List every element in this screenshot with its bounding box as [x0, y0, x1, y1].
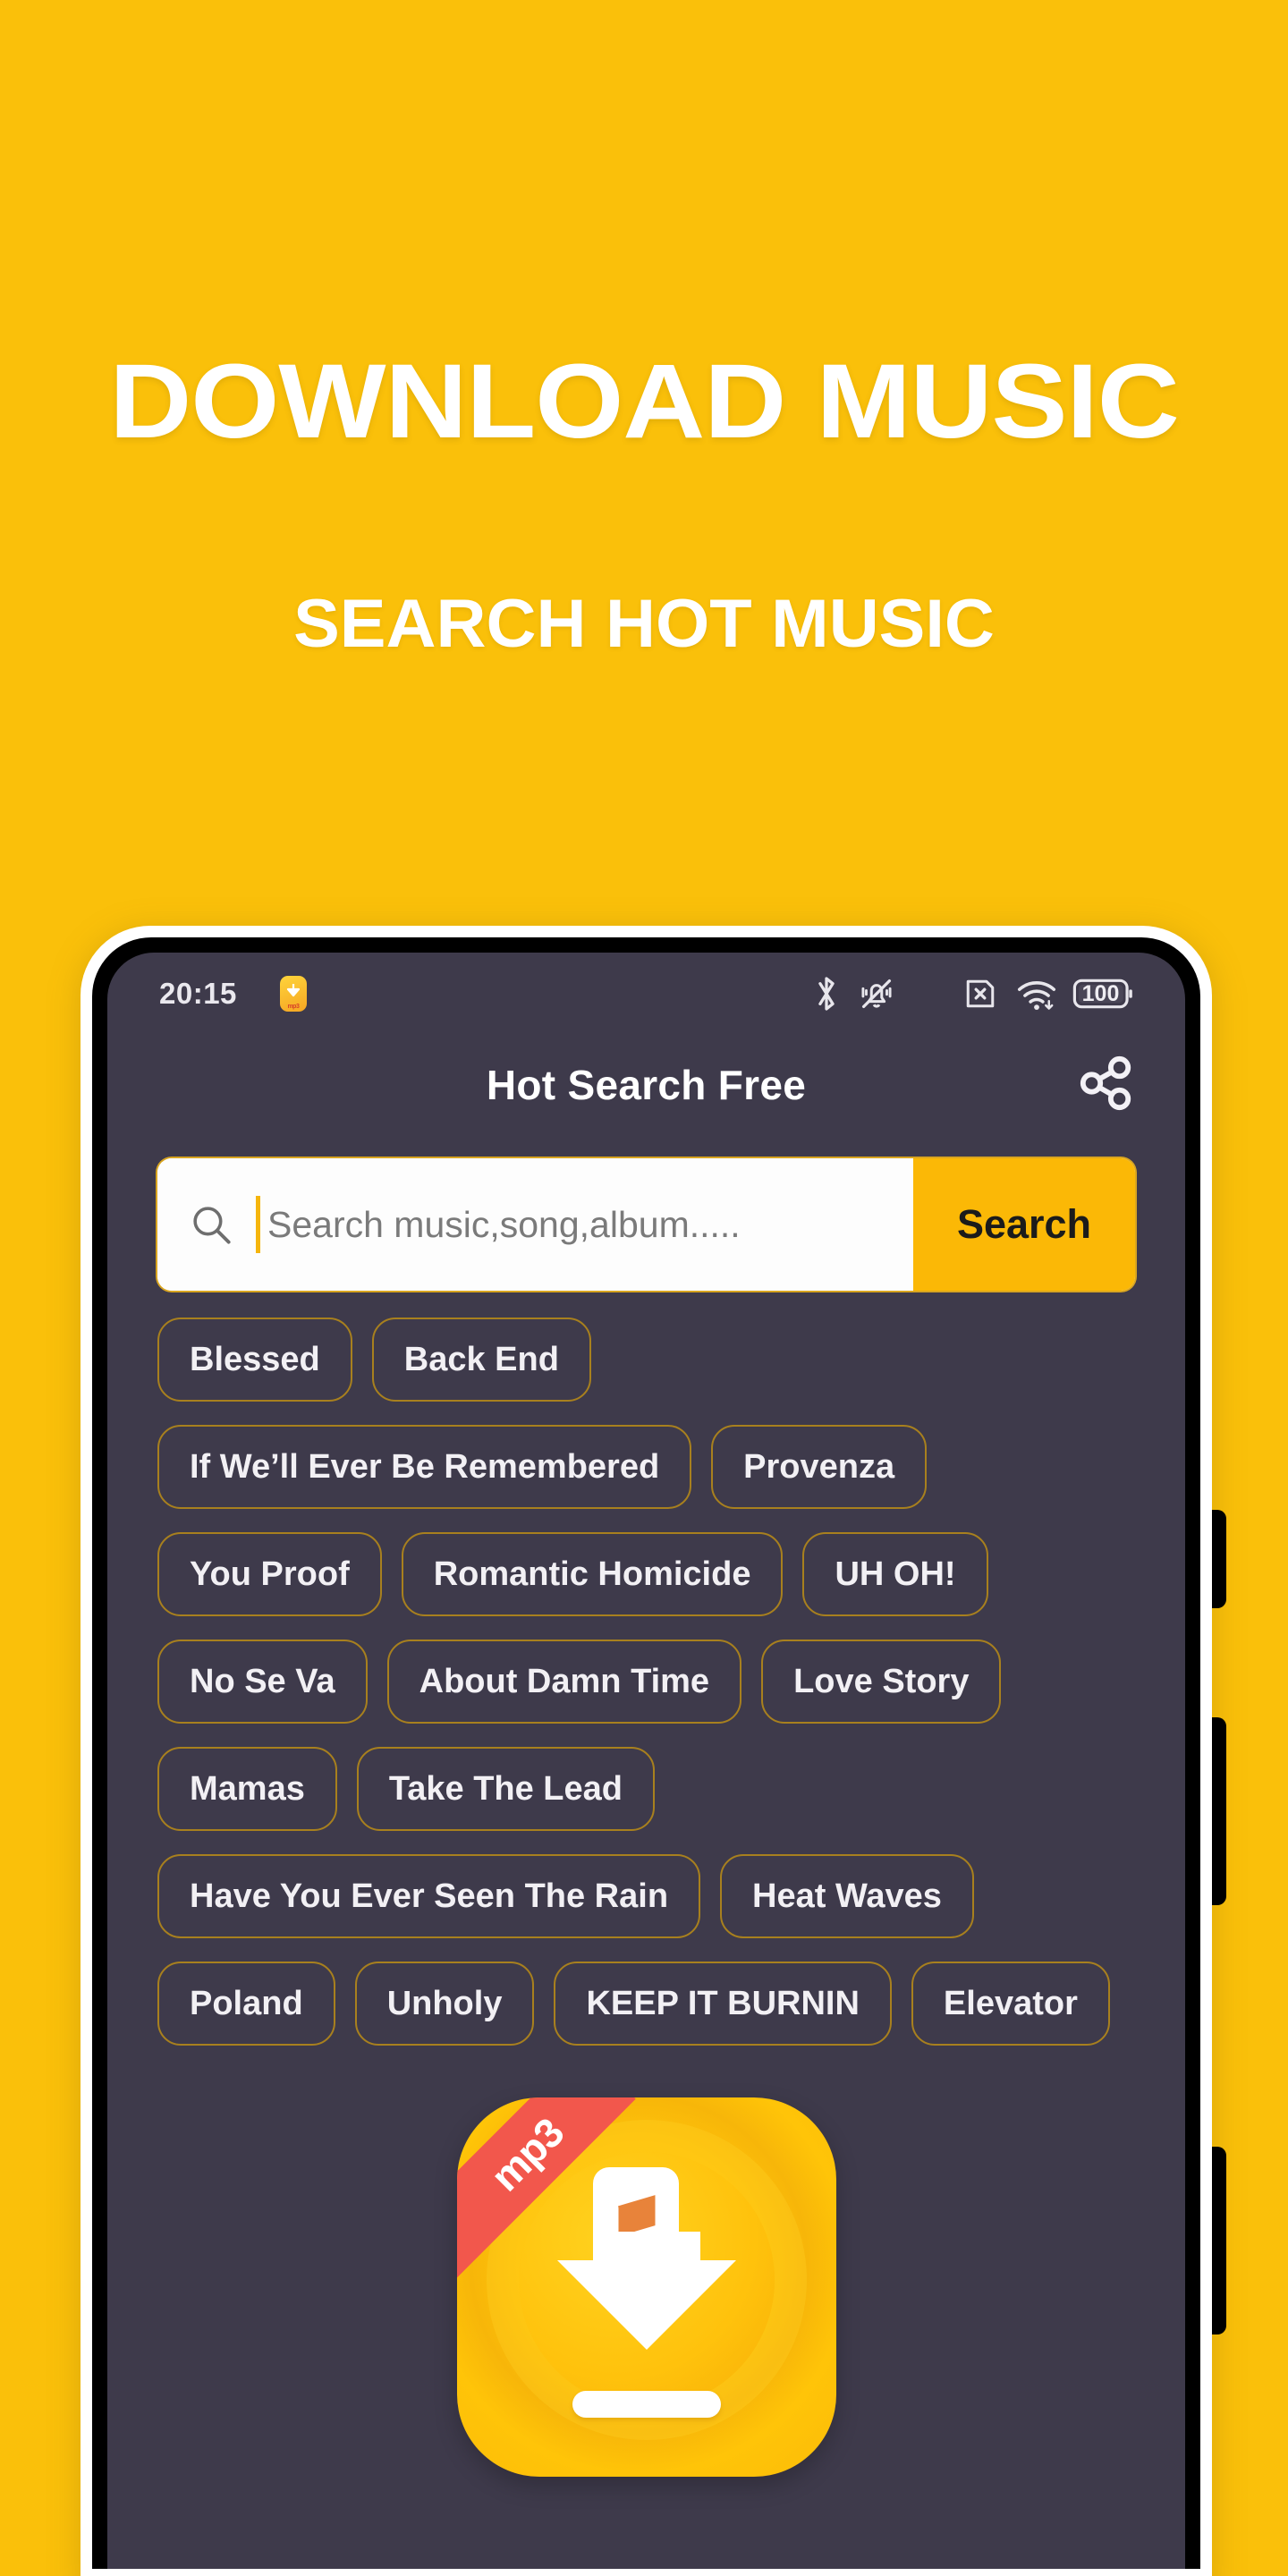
share-button[interactable]: [1074, 1053, 1139, 1117]
app-bar: Hot Search Free: [107, 1035, 1185, 1135]
hot-tag-chip[interactable]: Back End: [371, 1318, 591, 1402]
search-button[interactable]: Search: [913, 1158, 1135, 1291]
hot-tag-chip[interactable]: Love Story: [761, 1640, 1002, 1724]
phone-power-button[interactable]: [1210, 1510, 1226, 1608]
hot-tag-chip[interactable]: Poland: [157, 1962, 335, 2046]
hot-tag-chip[interactable]: Take The Lead: [356, 1747, 656, 1831]
status-bar-icons: 100: [811, 973, 1133, 1014]
page-title: Hot Search Free: [486, 1062, 807, 1108]
hot-tag-chip[interactable]: No Se Va: [157, 1640, 368, 1724]
hot-tag-chip[interactable]: Provenza: [711, 1425, 928, 1509]
hot-tag-chip[interactable]: If We’ll Ever Be Remembered: [157, 1425, 692, 1509]
wifi-icon: [1015, 974, 1058, 1013]
hot-tag-chip[interactable]: Have You Ever Seen The Rain: [157, 1854, 701, 1938]
hot-tag-chip[interactable]: Unholy: [354, 1962, 535, 2046]
status-bar: 20:15 mp3 100: [107, 953, 1185, 1035]
search-placeholder: Search music,song,album.....: [267, 1203, 741, 1245]
hot-tag-chip[interactable]: About Damn Time: [386, 1640, 742, 1724]
status-bar-time: 20:15: [159, 977, 237, 1010]
hot-tag-chip[interactable]: Heat Waves: [720, 1854, 974, 1938]
battery-level-label: 100: [1081, 980, 1120, 1006]
battery-icon: 100: [1072, 976, 1133, 1012]
hot-tag-chip[interactable]: Mamas: [157, 1747, 337, 1831]
promo-subtitle: SEARCH HOT MUSIC: [293, 586, 995, 662]
search-icon: [188, 1201, 234, 1248]
search-section: Search music,song,album..... Search: [107, 1135, 1185, 1291]
app-icon[interactable]: mp3: [456, 2097, 836, 2477]
hot-tag-chip[interactable]: You Proof: [157, 1532, 382, 1616]
hot-search-tag-list: Blessed Back End If We’ll Ever Be Rememb…: [107, 1291, 1185, 2046]
hot-tag-chip[interactable]: Romantic Homicide: [401, 1532, 784, 1616]
phone-mockup: 20:15 mp3 100 Hot Search Free Search mus…: [80, 926, 1212, 2576]
mute-bell-icon: [856, 973, 897, 1014]
download-arrow-icon: [286, 984, 301, 997]
hot-tag-chip[interactable]: UH OH!: [802, 1532, 988, 1616]
bluetooth-icon: [811, 973, 842, 1014]
promo-title: DOWNLOAD MUSIC: [109, 343, 1180, 461]
hot-tag-chip[interactable]: KEEP IT BURNIN: [554, 1962, 892, 2046]
phone-frame: 20:15 mp3 100 Hot Search Free Search mus…: [92, 937, 1200, 2569]
hot-tag-chip[interactable]: Elevator: [911, 1962, 1110, 2046]
app-icon-section: mp3: [107, 2097, 1185, 2477]
sim-card-off-icon: [962, 974, 999, 1013]
phone-volume-up-button[interactable]: [1210, 1717, 1226, 1905]
share-icon: [1077, 1054, 1136, 1117]
app-icon-base-bar: [572, 2391, 721, 2418]
text-caret: [256, 1196, 260, 1253]
status-bar-app-icon-label: mp3: [287, 1004, 300, 1010]
status-bar-mp3-download-app-icon: mp3: [279, 976, 307, 1012]
phone-volume-down-button[interactable]: [1210, 2147, 1226, 2334]
search-bar: Search music,song,album..... Search: [157, 1158, 1135, 1291]
phone-screen: 20:15 mp3 100 Hot Search Free Search mus…: [107, 953, 1185, 2569]
search-input[interactable]: Search music,song,album.....: [157, 1158, 913, 1291]
hot-tag-chip[interactable]: Blessed: [157, 1318, 352, 1402]
